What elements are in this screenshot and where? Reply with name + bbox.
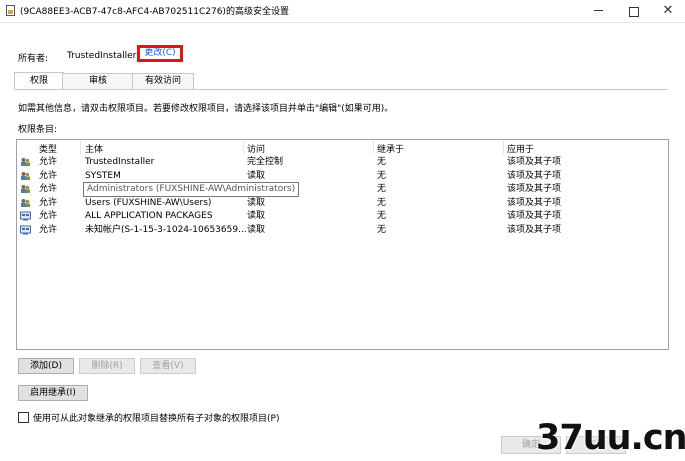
minimize-icon [593, 10, 603, 11]
row-inherited: 无 [377, 198, 387, 208]
user-group-icon [21, 158, 30, 166]
row-applies-to: 该项及其子项 [507, 211, 562, 221]
row-access: 完全控制 [247, 157, 284, 167]
window-title: (9CA88EE3-ACB7-47c8-AFC4-AB702511C276)的高… [20, 7, 289, 17]
row-access: 读取 [247, 171, 266, 181]
column-separator[interactable] [373, 141, 374, 154]
column-header-applies-to[interactable]: 应用于 [507, 142, 534, 155]
tab-auditing[interactable]: 审核 [62, 73, 134, 89]
owner-value: TrustedInstaller [67, 51, 137, 61]
user-group-icon [21, 185, 30, 193]
package-icon [20, 225, 31, 235]
table-row[interactable]: 允许 ALL APPLICATION PACKAGES 读取 无 该项及其子项 [17, 210, 668, 223]
remove-button[interactable]: 删除(R) [79, 358, 135, 374]
package-icon [20, 211, 31, 221]
enable-inheritance-button[interactable]: 启用继承(I) [18, 385, 88, 401]
minimize-button[interactable] [583, 0, 613, 22]
add-button[interactable]: 添加(D) [18, 358, 74, 374]
column-header-type[interactable]: 类型 [39, 142, 57, 155]
replace-child-permissions-option[interactable]: 使用可从此对象继承的权限项目替换所有子对象的权限项目(P) [18, 411, 279, 424]
row-type: 允许 [39, 171, 58, 181]
row-inherited: 无 [377, 171, 387, 181]
permission-entries-list[interactable]: 类型 主体 访问 继承于 应用于 允许 TrustedInstaller 完全控… [16, 139, 669, 350]
lock-document-icon [6, 5, 15, 16]
replace-child-permissions-label: 使用可从此对象继承的权限项目替换所有子对象的权限项目(P) [33, 414, 280, 424]
row-inherited: 无 [377, 211, 387, 221]
table-row[interactable]: 允许 Users (FUXSHINE-AW\Users) 读取 无 该项及其子项 [17, 197, 668, 210]
row-type: 允许 [39, 184, 58, 194]
info-text: 如需其他信息，请双击权限项目。若要修改权限项目，请选择该项目并单击"编辑"(如果… [18, 104, 394, 114]
user-group-icon [21, 172, 30, 180]
site-watermark: 37uu.cn [536, 418, 685, 458]
change-owner-link[interactable]: 更改(C) [137, 45, 183, 62]
row-principal: ALL APPLICATION PACKAGES [85, 211, 213, 221]
row-applies-to: 该项及其子项 [507, 184, 562, 194]
tab-divider [14, 89, 668, 90]
column-separator[interactable] [243, 141, 244, 154]
column-separator[interactable] [80, 141, 81, 154]
row-applies-to: 该项及其子项 [507, 225, 562, 235]
maximize-button[interactable] [619, 0, 649, 22]
row-type: 允许 [39, 157, 58, 167]
table-row[interactable]: 允许 TrustedInstaller 完全控制 无 该项及其子项 [17, 156, 668, 169]
column-header-access[interactable]: 访问 [247, 142, 265, 155]
table-row[interactable]: 允许 未知帐户(S-1-15-3-1024-10653659... 读取 无 该… [17, 224, 668, 237]
row-inherited: 无 [377, 225, 387, 235]
row-inherited: 无 [377, 184, 387, 194]
row-applies-to: 该项及其子项 [507, 198, 562, 208]
row-principal: SYSTEM [85, 171, 121, 181]
row-principal: TrustedInstaller [85, 157, 155, 167]
row-access: 读取 [247, 225, 266, 235]
user-group-icon [21, 199, 30, 207]
row-access: 读取 [247, 211, 266, 221]
owner-label: 所有者: [18, 54, 49, 64]
row-principal: 未知帐户(S-1-15-3-1024-10653659... [85, 225, 247, 235]
row-type: 允许 [39, 225, 58, 235]
tab-effective-access[interactable]: 有效访问 [132, 73, 194, 89]
view-button[interactable]: 查看(V) [140, 358, 196, 374]
column-header-inherited[interactable]: 继承于 [377, 142, 404, 155]
row-applies-to: 该项及其子项 [507, 171, 562, 181]
column-separator[interactable] [503, 141, 504, 154]
principal-tooltip: Administrators (FUXSHINE-AW\Administrato… [83, 182, 300, 197]
close-icon: ✕ [662, 3, 674, 18]
column-header-principal[interactable]: 主体 [85, 142, 103, 155]
row-type: 允许 [39, 211, 58, 221]
close-button[interactable]: ✕ [653, 0, 683, 22]
row-applies-to: 该项及其子项 [507, 157, 562, 167]
permission-entries-label: 权限条目: [18, 125, 58, 135]
row-type: 允许 [39, 198, 58, 208]
row-access: 读取 [247, 198, 266, 208]
maximize-icon [629, 7, 639, 17]
title-bar: (9CA88EE3-ACB7-47c8-AFC4-AB702511C276)的高… [0, 0, 685, 23]
row-inherited: 无 [377, 157, 387, 167]
tab-permissions[interactable]: 权限 [14, 72, 64, 90]
replace-child-permissions-checkbox[interactable] [18, 412, 29, 423]
row-principal: Users (FUXSHINE-AW\Users) [85, 198, 212, 208]
